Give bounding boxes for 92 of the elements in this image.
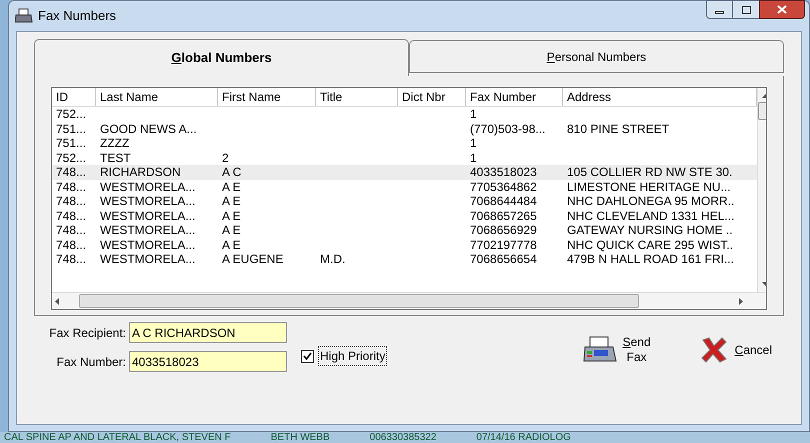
table-row[interactable]: 748... WESTMORELA... A E 7702197778 NHC QUICK CARE 295 WIST.. bbox=[52, 238, 757, 252]
table-cell: NHC DAHLONEGA 95 MORR.. bbox=[567, 194, 734, 208]
table-cell: 105 COLLIER RD NW STE 30. bbox=[567, 165, 732, 179]
horizontal-scrollbar[interactable] bbox=[52, 292, 766, 309]
table-row[interactable]: 752... 1 bbox=[52, 107, 757, 122]
table-cell: M.D. bbox=[320, 252, 346, 266]
table-cell: 7068644484 bbox=[470, 194, 537, 208]
table-cell: 748... bbox=[56, 194, 86, 208]
tab[interactable]: Personal Numbers bbox=[409, 40, 784, 73]
table-cell: 7705364862 bbox=[470, 180, 537, 194]
table-row[interactable]: 748... WESTMORELA... A E 7068656929 GATEWAY NURSING HOME .. bbox=[52, 223, 757, 238]
table-row[interactable]: 748... WESTMORELA... A EUGENE M.D. 7068656654 479B N HALL ROAD 161 FRI... bbox=[52, 252, 757, 266]
table-cell: 4033518023 bbox=[470, 165, 537, 179]
table-row[interactable]: 748... WESTMORELA... A E 7068657265 NHC CLEVELAND 1331 HEL... bbox=[52, 208, 757, 223]
close-icon bbox=[777, 5, 787, 14]
table-cell: 752... bbox=[56, 107, 86, 121]
check-icon bbox=[303, 352, 312, 360]
table-cell: 748... bbox=[56, 165, 86, 179]
table-row[interactable]: 748... RICHARDSON A C 4033518023 105 COLLIER RD NW STE 30. bbox=[52, 165, 757, 180]
table-cell: WESTMORELA... bbox=[100, 180, 196, 194]
table-cell: A C bbox=[222, 165, 242, 179]
table-cell: 1 bbox=[470, 107, 477, 121]
fax-app-icon bbox=[15, 8, 33, 24]
table-cell: LIMESTONE HERITAGE NU... bbox=[567, 180, 731, 194]
background-text: BETH WEBB bbox=[270, 433, 330, 443]
table-cell: 752... bbox=[56, 150, 86, 164]
checkbox[interactable] bbox=[301, 350, 314, 362]
column-header[interactable]: ID bbox=[52, 88, 96, 106]
table-cell: 748... bbox=[56, 180, 86, 194]
checkbox-label[interactable]: High Priority bbox=[318, 346, 388, 366]
table-row[interactable]: 752... TEST 2 1 bbox=[52, 150, 757, 165]
minimize-button[interactable] bbox=[706, 0, 733, 19]
table-cell: 1 bbox=[470, 136, 477, 150]
close-button[interactable] bbox=[759, 0, 805, 19]
tab[interactable]: Global Numbers bbox=[34, 39, 409, 76]
table-cell: 7068656929 bbox=[470, 223, 537, 237]
table-cell: 7068656654 bbox=[470, 252, 537, 266]
table-cell: 2 bbox=[222, 150, 229, 164]
table-cell: GOOD NEWS A... bbox=[100, 122, 197, 136]
table-cell: 748... bbox=[56, 238, 86, 252]
table-cell: NHC QUICK CARE 295 WIST.. bbox=[567, 238, 734, 252]
table-cell: 748... bbox=[56, 208, 86, 222]
table-cell: TEST bbox=[100, 150, 131, 164]
column-header[interactable]: Title bbox=[316, 88, 398, 106]
cancel-button[interactable]: Cancel bbox=[698, 336, 772, 364]
scroll-left-icon[interactable] bbox=[55, 298, 59, 304]
table-row[interactable]: 751... GOOD NEWS A... (770)503-98... 810 PINE STREET bbox=[52, 122, 757, 136]
table-cell: 748... bbox=[56, 223, 86, 237]
table-cell: A E bbox=[222, 194, 241, 208]
table-cell: 7068657265 bbox=[470, 208, 537, 222]
table-cell: NHC CLEVELAND 1331 HEL... bbox=[567, 208, 734, 222]
table-cell: 748... bbox=[56, 252, 86, 266]
column-header[interactable]: Dict Nbr bbox=[398, 88, 466, 106]
cross-icon bbox=[698, 336, 729, 364]
table-row[interactable]: 751... ZZZZ 1 bbox=[52, 136, 757, 150]
table-cell: WESTMORELA... bbox=[100, 252, 196, 266]
table-cell: A E bbox=[222, 223, 241, 237]
table-cell: A E bbox=[222, 238, 241, 252]
table-cell: GATEWAY NURSING HOME .. bbox=[567, 223, 733, 237]
maximize-button[interactable] bbox=[733, 0, 759, 19]
scroll-thumb[interactable] bbox=[79, 294, 639, 308]
field-label: Fax Number: bbox=[56, 354, 126, 370]
input-field[interactable]: 4033518023 bbox=[129, 351, 287, 372]
table-cell: 810 PINE STREET bbox=[567, 122, 670, 136]
table-cell: 1 bbox=[470, 150, 477, 164]
column-header[interactable]: First Name bbox=[218, 88, 316, 106]
table-cell: A EUGENE bbox=[222, 252, 284, 266]
column-header[interactable]: Fax Number bbox=[466, 88, 563, 106]
table-cell: WESTMORELA... bbox=[100, 208, 196, 222]
table-cell: A E bbox=[222, 180, 241, 194]
table-cell: WESTMORELA... bbox=[100, 238, 196, 252]
window-title: Fax Numbers bbox=[38, 7, 116, 26]
table-cell: WESTMORELA... bbox=[100, 194, 196, 208]
input-field[interactable]: A C RICHARDSON bbox=[129, 322, 287, 343]
table-cell: A E bbox=[222, 208, 241, 222]
table-cell: 7702197778 bbox=[470, 238, 537, 252]
field-label: Fax Recipient: bbox=[48, 324, 126, 342]
table-cell: 751... bbox=[56, 122, 86, 136]
background-text: 006330385322 bbox=[370, 433, 436, 443]
table-cell: RICHARDSON bbox=[100, 165, 181, 179]
table-cell: ZZZZ bbox=[100, 136, 130, 150]
send-fax-button[interactable]: Send Fax bbox=[582, 335, 654, 365]
table-row[interactable]: 748... WESTMORELA... A E 7705364862 LIMESTONE HERITAGE NU... bbox=[52, 180, 757, 194]
background-text: 07/14/16 RADIOLOG bbox=[476, 433, 571, 443]
table-cell: (770)503-98... bbox=[470, 122, 546, 136]
table-cell: 751... bbox=[56, 136, 86, 150]
column-header[interactable]: Last Name bbox=[96, 88, 218, 106]
table-row[interactable]: 748... WESTMORELA... A E 7068644484 NHC DAHLONEGA 95 MORR.. bbox=[52, 194, 757, 208]
table-cell: WESTMORELA... bbox=[100, 223, 196, 237]
background-text: CAL SPINE AP AND LATERAL BLACK, STEVEN F bbox=[4, 433, 231, 443]
table-cell: 479B N HALL ROAD 161 FRI... bbox=[567, 252, 734, 266]
scroll-right-icon[interactable] bbox=[739, 298, 743, 304]
